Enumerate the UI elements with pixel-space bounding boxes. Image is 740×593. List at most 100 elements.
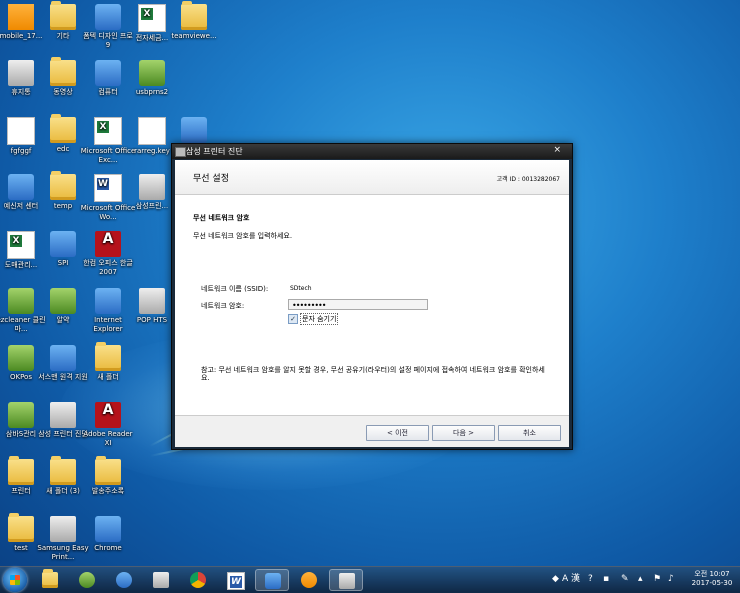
note-text: 참고: 무선 네트워크 암호를 알지 못할 경우, 무선 공유기(라우터)의 설… [201, 366, 545, 382]
section-description: 무선 네트워크 암호를 입력하세요. [193, 232, 293, 240]
windows-logo-icon [10, 575, 20, 585]
pdf-icon [95, 402, 121, 428]
desktop-icon[interactable]: usbprns2 [124, 60, 180, 97]
pen-icon[interactable]: ✎ [621, 575, 630, 584]
desktop-icon-label: usbprns2 [135, 88, 169, 96]
gray-icon [139, 288, 165, 314]
folder-icon [50, 456, 76, 485]
back-button[interactable]: < 이전 [366, 425, 429, 441]
close-icon[interactable]: × [553, 145, 561, 155]
folder-icon [8, 513, 34, 542]
next-button[interactable]: 다음 > [432, 425, 495, 441]
section-title: 무선 네트워크 암호 [193, 214, 250, 222]
ssid-label: 네트워크 이름 (SSID): [201, 285, 269, 293]
internet-explorer-icon [116, 572, 132, 588]
blue-icon [95, 288, 121, 314]
desktop-icon-label: 발송주소록 [91, 487, 125, 495]
flag-icon[interactable]: ⚑ [653, 575, 662, 584]
taskbar-app[interactable] [144, 569, 178, 591]
hide-characters-label[interactable]: 문자 숨기기 [300, 313, 339, 325]
folder-icon [50, 1, 76, 30]
start-button[interactable] [3, 568, 27, 592]
taskbar-paint[interactable] [292, 569, 326, 591]
clock-time: 오전 10:07 [694, 570, 730, 578]
cancel-button[interactable]: 취소 [498, 425, 561, 441]
taskbar-okpos[interactable] [70, 569, 104, 591]
window-title: 삼성 프린터 진단 [186, 147, 243, 156]
printer-diagnostics-window: 삼성 프린터 진단 × 무선 설정 고객 ID : 0013282067 무선 … [171, 143, 573, 450]
desktop-icon-label: teamviewe... [171, 32, 217, 40]
gray-icon [139, 174, 165, 200]
dialog-footer: < 이전 다음 > 취소 [175, 415, 569, 447]
folder-icon [95, 456, 121, 485]
folder-icon [42, 569, 58, 588]
taskbar-chrome[interactable] [181, 569, 215, 591]
blue-icon [50, 231, 76, 257]
password-label: 네트워크 암호: [201, 302, 245, 310]
gray-icon [50, 516, 76, 542]
hide-characters-checkbox[interactable]: ✓ [288, 314, 298, 324]
orange-icon [8, 4, 34, 30]
ssid-value: SDtech [290, 285, 312, 292]
taskbar: ◆ A 漢 ? ▪ ✎ ▴ ⚑ ♪ 오전 10:07 2017-05-30 [0, 566, 740, 593]
window-client: 무선 설정 고객 ID : 0013282067 무선 네트워크 암호 무선 네… [175, 160, 569, 447]
blue-icon [181, 117, 207, 143]
ime-mode[interactable]: A [562, 575, 571, 584]
password-field[interactable]: ••••••••• [288, 299, 428, 310]
desktop-icon[interactable]: Adobe Reader XI [80, 402, 136, 448]
green-icon [139, 60, 165, 86]
clock[interactable]: 오전 10:07 2017-05-30 [688, 570, 736, 588]
blue-icon [95, 4, 121, 30]
help-icon[interactable]: ? [588, 575, 597, 584]
ime-hanja[interactable]: 漢 [571, 575, 580, 584]
taskbar-ie[interactable] [107, 569, 141, 591]
blue-icon [95, 516, 121, 542]
desktop-icon[interactable]: Chrome [80, 516, 136, 553]
taskbar-explorer[interactable] [33, 569, 67, 591]
tray-arrow-icon[interactable]: ▴ [638, 575, 647, 584]
network-icon [265, 573, 281, 589]
desktop-icon-label: Chrome [94, 544, 122, 552]
folder-icon [50, 57, 76, 86]
doc-icon [7, 117, 35, 145]
printer-app-icon [175, 147, 186, 157]
desktop-icon[interactable]: 발송주소록 [80, 456, 136, 496]
okpos-icon [79, 572, 95, 588]
keyboard-icon[interactable]: ▪ [603, 575, 612, 584]
green-icon [50, 288, 76, 314]
word-icon [227, 572, 245, 590]
desktop-icon[interactable]: teamviewe... [166, 1, 222, 41]
desktop-icon-label: 한컴 오피스 한글 2007 [83, 259, 133, 276]
folder-icon [50, 171, 76, 200]
customer-id: 고객 ID : 0013282067 [496, 176, 560, 183]
volume-icon[interactable]: ♪ [668, 575, 677, 584]
green-icon [8, 402, 34, 428]
doc-icon [138, 117, 166, 145]
paint-icon [301, 572, 317, 588]
dialog-header: 무선 설정 고객 ID : 0013282067 [175, 160, 569, 195]
taskbar-printer-diagnostics[interactable] [329, 569, 363, 591]
xls-icon [94, 117, 122, 145]
window-app-icon [153, 572, 169, 588]
blue-icon [8, 174, 34, 200]
desktop-icon-label: Adobe Reader XI [83, 430, 133, 447]
folder-icon [95, 342, 121, 371]
chrome-icon [190, 572, 206, 588]
pdf-icon [95, 231, 121, 257]
desktop-icon[interactable]: 한컴 오피스 한글 2007 [80, 231, 136, 277]
blue-icon [50, 345, 76, 371]
taskbar-word[interactable] [218, 569, 252, 591]
printer-icon [339, 573, 355, 589]
clock-date: 2017-05-30 [691, 579, 733, 587]
gray-icon [8, 60, 34, 86]
folder-icon [50, 114, 76, 143]
xls-icon [7, 231, 35, 259]
folder-icon [181, 1, 207, 30]
desktop-icon[interactable]: 새 폴더 [80, 342, 136, 382]
language-icon[interactable]: ◆ [552, 575, 561, 584]
taskbar-network[interactable] [255, 569, 289, 591]
xls-icon [138, 4, 166, 32]
window-titlebar[interactable]: 삼성 프린터 진단 × [172, 144, 572, 159]
blue-icon [95, 60, 121, 86]
green-icon [8, 345, 34, 371]
